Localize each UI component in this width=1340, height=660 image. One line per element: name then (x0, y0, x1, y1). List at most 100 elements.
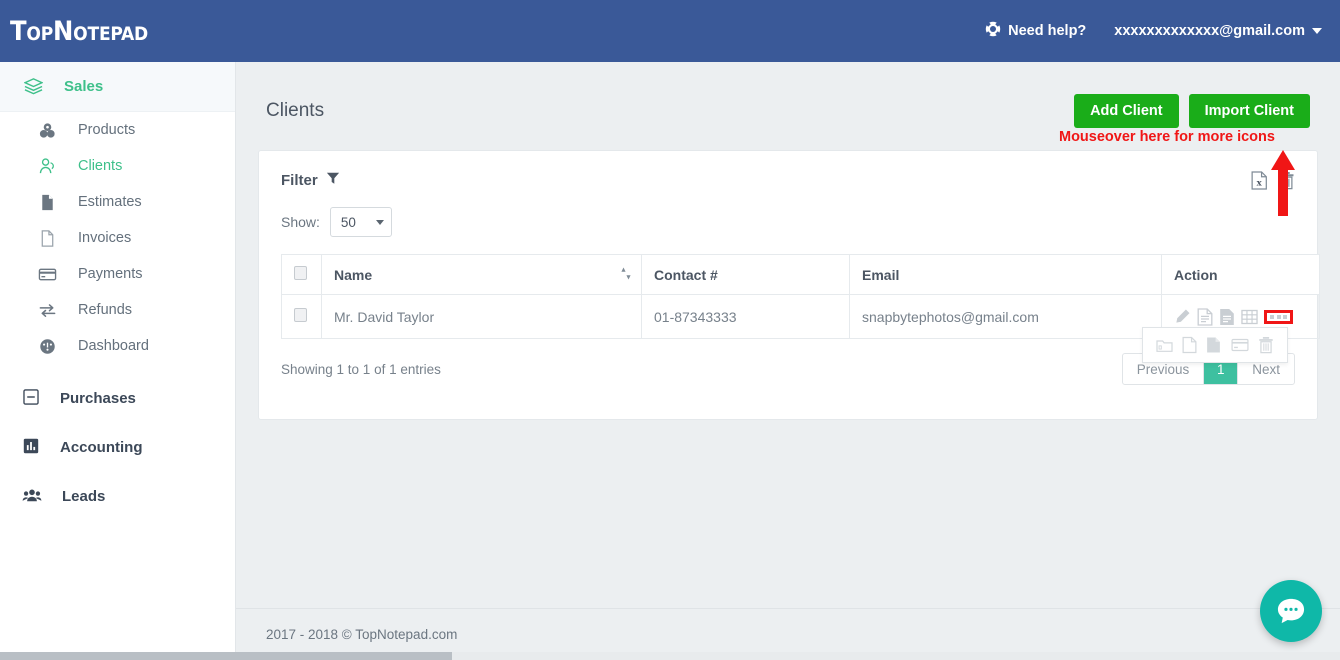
bar-chart-icon (22, 437, 40, 459)
cell-action (1142, 294, 1320, 363)
table-row[interactable]: Mr. David Taylor 01-87343333 snapbytepho… (281, 294, 1320, 363)
ellipsis-dots (1270, 314, 1287, 319)
sidebar-item-label: Invoices (78, 230, 132, 246)
file-filled-icon[interactable] (1219, 308, 1235, 326)
ellipsis-icon[interactable] (1264, 309, 1293, 324)
table-header-row: Name Contact # Email Action Mouseover he… (281, 129, 1320, 295)
layers-icon (22, 77, 44, 96)
credit-card-icon[interactable] (1231, 338, 1249, 352)
credit-card-icon (36, 265, 58, 284)
sidebar-item-payments[interactable]: Payments (0, 256, 235, 292)
select-all-checkbox[interactable] (294, 266, 307, 280)
life-buoy-icon (985, 21, 1001, 41)
show-entries-row: Show: 50 (259, 195, 1317, 237)
account-menu[interactable]: xxxxxxxxxxxxx@gmail.com (1114, 23, 1322, 39)
column-header-action: Action Mouseover here for more icons (1059, 129, 1320, 295)
cell-contact: 01-87343333 (641, 294, 850, 339)
boxes-icon (36, 121, 58, 140)
sidebar-item-label: Estimates (78, 194, 142, 210)
svg-text:x: x (1257, 179, 1263, 189)
sidebar-section-leads[interactable]: Leads (0, 472, 235, 521)
sidebar-group-label: Sales (64, 78, 104, 95)
sidebar-section-purchases[interactable]: Purchases (0, 374, 235, 423)
chat-bubble-icon[interactable] (1260, 580, 1322, 642)
column-header-name[interactable]: Name (321, 254, 642, 295)
folder-icon[interactable] (1156, 338, 1173, 353)
file-outline-icon[interactable] (1182, 336, 1197, 354)
show-entries-value: 50 (340, 214, 356, 230)
need-help-link[interactable]: Need help? (985, 21, 1086, 41)
sidebar-item-label: Clients (78, 158, 123, 174)
speedometer-icon (36, 337, 58, 356)
account-email-label: xxxxxxxxxxxxx@gmail.com (1114, 23, 1305, 39)
exchange-icon (36, 301, 58, 320)
sidebar: Sales Products Clients Estimates Invoice… (0, 62, 236, 660)
filter-label: Filter (281, 171, 318, 189)
table-body: Mr. David Taylor 01-87343333 snapbytepho… (281, 294, 1320, 363)
trash-icon[interactable] (1258, 336, 1274, 354)
export-excel-icon[interactable]: x (1251, 171, 1268, 195)
row-checkbox[interactable] (294, 308, 307, 322)
need-help-label: Need help? (1008, 23, 1087, 39)
page-header-actions: Add Client Import Client (1074, 94, 1310, 128)
row-select-cell (281, 294, 322, 339)
users-icon (22, 486, 42, 508)
file-filled-icon[interactable] (1206, 336, 1221, 354)
row-action-icons (1174, 307, 1307, 326)
sort-icon[interactable] (621, 266, 631, 283)
sidebar-section-label: Accounting (60, 439, 143, 456)
caret-down-icon (1312, 28, 1322, 34)
up-arrow-icon (1268, 148, 1298, 221)
column-label: Action (1174, 266, 1218, 283)
user-group-icon (36, 157, 58, 176)
sidebar-item-dashboard[interactable]: Dashboard (0, 328, 235, 364)
file-filled-icon (36, 193, 58, 212)
cell-name: Mr. David Taylor (321, 294, 642, 339)
top-navbar: TopNotepad Need help? xxxxxxxxxxxxx@gmai… (0, 0, 1340, 62)
select-all-header (281, 254, 322, 295)
add-client-button[interactable]: Add Client (1074, 94, 1179, 128)
sidebar-group-sales[interactable]: Sales (0, 62, 235, 112)
copyright-text: 2017 - 2018 © TopNotepad.com (266, 627, 458, 642)
sidebar-item-label: Refunds (78, 302, 133, 318)
sidebar-item-label: Products (78, 122, 136, 138)
sidebar-section-label: Purchases (60, 390, 136, 407)
more-actions-popup (1142, 327, 1288, 363)
sidebar-item-products[interactable]: Products (0, 112, 235, 148)
show-label: Show: (281, 214, 320, 230)
column-header-contact[interactable]: Contact # (641, 254, 850, 295)
clients-table: Name Contact # Email Action Mouseover he… (281, 129, 1320, 363)
horizontal-scrollbar-thumb[interactable] (0, 652, 452, 660)
sidebar-section-label: Leads (62, 488, 106, 505)
show-entries-select[interactable]: 50 (329, 207, 392, 237)
chevron-down-icon (375, 219, 384, 225)
file-outline-icon[interactable] (1197, 307, 1213, 326)
edit-pencil-icon[interactable] (1174, 308, 1191, 325)
clients-card: Filter x Show: 50 Name Contact # Email A… (258, 129, 1320, 420)
annotation-text: Mouseover here for more icons (1059, 129, 1275, 145)
page-title: Clients (266, 100, 325, 121)
entries-summary: Showing 1 to 1 of 1 entries (281, 361, 441, 377)
funnel-icon (326, 171, 340, 189)
card-toolbar: Filter x (259, 151, 1317, 195)
import-client-button[interactable]: Import Client (1188, 94, 1310, 128)
cell-email: snapbytephotos@gmail.com (849, 294, 1162, 339)
topbar-right-group: Need help? xxxxxxxxxxxxx@gmail.com (985, 21, 1340, 41)
sidebar-item-estimates[interactable]: Estimates (0, 184, 235, 220)
sidebar-item-label: Dashboard (78, 338, 149, 354)
filter-toggle[interactable]: Filter (281, 171, 340, 189)
main-content: Clients Add Client Import Client Filter (236, 62, 1340, 660)
sidebar-item-invoices[interactable]: Invoices (0, 220, 235, 256)
sidebar-item-clients[interactable]: Clients (0, 148, 235, 184)
column-header-email[interactable]: Email (849, 254, 1162, 295)
column-label: Name (334, 266, 373, 283)
table-grid-icon[interactable] (1241, 309, 1258, 325)
page-header: Clients Add Client Import Client (236, 62, 1340, 134)
column-label: Email (862, 266, 900, 283)
sidebar-section-accounting[interactable]: Accounting (0, 423, 235, 472)
sidebar-item-refunds[interactable]: Refunds (0, 292, 235, 328)
file-outline-icon (36, 229, 58, 248)
minus-square-icon (22, 388, 40, 410)
table-head: Name Contact # Email Action Mouseover he… (281, 129, 1320, 295)
app-logo[interactable]: TopNotepad (0, 16, 236, 47)
